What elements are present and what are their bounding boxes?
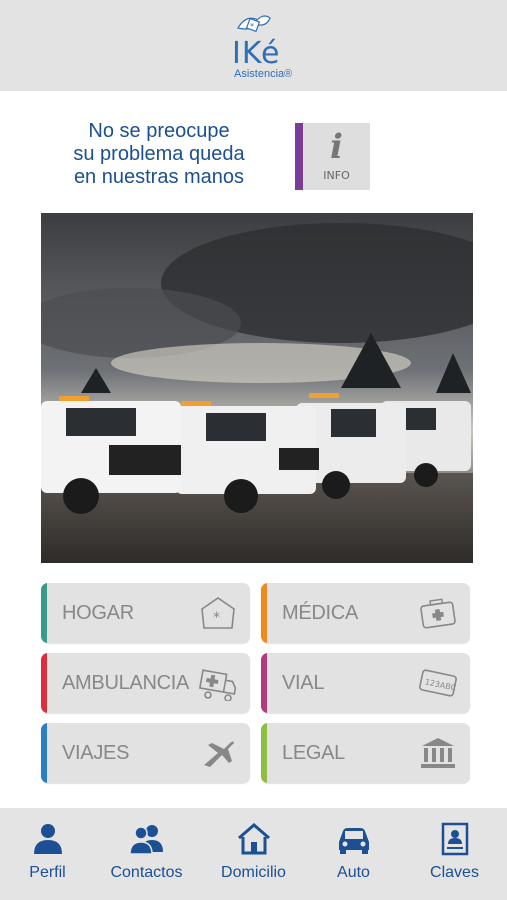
service-accent-bar <box>41 723 47 783</box>
tagline-line: su problema queda <box>73 143 245 165</box>
nav-label: Domicilio <box>221 864 286 881</box>
service-label: LEGAL <box>282 742 345 764</box>
nav-label: Auto <box>337 864 370 881</box>
ambulance-icon <box>198 669 237 701</box>
service-accent-bar <box>41 583 47 643</box>
airplane-icon <box>204 741 234 767</box>
bottom-navigation: Perfil Contactos Domicilio Auto Claves <box>0 808 507 900</box>
nav-label: Claves <box>430 864 479 881</box>
service-accent-bar <box>261 583 267 643</box>
person-icon <box>33 824 62 854</box>
service-accent-bar <box>261 723 267 783</box>
info-button[interactable]: i INFO <box>295 123 370 190</box>
service-label: VIAL <box>282 672 325 694</box>
service-vial-button[interactable]: VIAL 123ABC <box>261 653 470 713</box>
logo-wordmark: IKé <box>232 36 281 71</box>
service-label: MÉDICA <box>282 602 358 624</box>
svg-text:*: * <box>250 22 254 31</box>
nav-domicilio[interactable]: Domicilio <box>203 808 304 900</box>
medical-kit-icon <box>420 598 456 629</box>
app-header: * IKé Asistencia® <box>0 0 507 91</box>
fleet-photo <box>41 213 473 563</box>
service-legal-button[interactable]: LEGAL <box>261 723 470 783</box>
nav-label: Contactos <box>110 864 183 881</box>
nav-auto[interactable]: Auto <box>303 808 404 900</box>
car-icon <box>338 828 369 854</box>
service-label: HOGAR <box>62 602 134 624</box>
nav-label: Perfil <box>29 864 66 881</box>
house-icon: * <box>201 597 235 629</box>
nav-contactos[interactable]: Contactos <box>96 808 197 900</box>
nav-claves[interactable]: Claves <box>404 808 505 900</box>
service-accent-bar <box>261 653 267 713</box>
service-hogar-button[interactable]: HOGAR * <box>41 583 250 643</box>
service-accent-bar <box>41 653 47 713</box>
info-label: INFO <box>323 169 350 182</box>
courthouse-icon <box>421 738 455 768</box>
contacts-icon <box>128 825 163 855</box>
tagline-line: No se preocupe <box>88 120 230 142</box>
license-plate-icon: 123ABC <box>419 669 457 697</box>
nav-perfil[interactable]: Perfil <box>0 808 98 900</box>
service-label: VIAJES <box>62 742 130 764</box>
tagline: No se preocupe su problema queda en nues… <box>44 120 274 189</box>
ike-logo: * IKé Asistencia® <box>224 10 294 86</box>
id-card-icon <box>441 822 468 856</box>
tagline-line: en nuestras manos <box>73 166 245 188</box>
service-medica-button[interactable]: MÉDICA <box>261 583 470 643</box>
svg-text:*: * <box>213 610 220 626</box>
logo-subtitle: Asistencia® <box>234 68 293 80</box>
service-label: AMBULANCIA <box>62 672 190 694</box>
service-ambulancia-button[interactable]: AMBULANCIA <box>41 653 250 713</box>
info-icon: i <box>330 127 343 167</box>
home-icon <box>237 823 270 855</box>
service-viajes-button[interactable]: VIAJES <box>41 723 250 783</box>
